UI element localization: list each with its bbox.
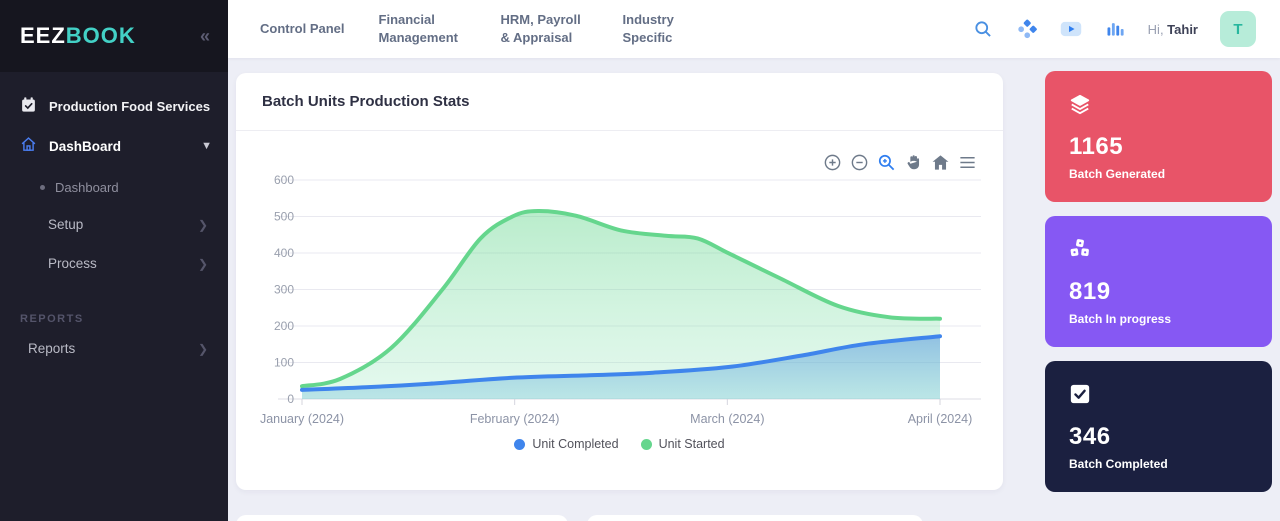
legend-label: Unit Started	[659, 437, 725, 451]
user-greeting: Hi, Tahir	[1148, 22, 1198, 37]
stat-card-batch-completed[interactable]: 346 Batch Completed	[1045, 361, 1272, 492]
chevron-right-icon: ❯	[198, 218, 208, 232]
legend-item-unit-completed[interactable]: Unit Completed	[514, 437, 618, 451]
search-icon[interactable]	[972, 18, 994, 40]
y-axis-tick-label: 100	[274, 356, 294, 370]
sidebar-item-dashboard[interactable]: Dashboard	[0, 170, 228, 205]
video-tutorial-icon[interactable]	[1060, 18, 1082, 40]
x-axis-tick-label: February (2024)	[470, 412, 560, 426]
logo-text-accent: BOOK	[66, 23, 136, 48]
chart-card-title: Batch Units Production Stats	[236, 73, 1003, 131]
bottom-card-left	[236, 515, 568, 521]
y-axis-tick-label: 0	[287, 392, 294, 406]
nav-item-financial-management[interactable]: Financial Management	[379, 11, 467, 46]
nav-item-industry-specific[interactable]: Industry Specific	[623, 11, 711, 46]
reports-label: Reports	[28, 341, 75, 356]
area-chart[interactable]: 0 100 200 300 400 500 600 January (2024) Februar…	[236, 153, 1003, 443]
menu-label: Process	[48, 256, 97, 271]
app-logo[interactable]: EEZBOOK	[20, 23, 136, 49]
stats-column: 1165 Batch Generated 819 Batch In progress 3…	[1045, 71, 1272, 506]
stat-value: 346	[1069, 423, 1248, 451]
sidebar-item-reports[interactable]: Reports ❯	[0, 329, 228, 368]
stat-label: Batch Completed	[1069, 457, 1248, 471]
sidebar: EEZBOOK « Production Food Services DashB…	[0, 0, 228, 521]
home-icon	[20, 136, 37, 156]
y-axis-tick-label: 200	[274, 319, 294, 333]
dashboard-parent-label: DashBoard	[49, 139, 121, 154]
sidebar-item-dashboard-parent[interactable]: DashBoard ▼	[0, 122, 228, 170]
chevron-right-icon: ❯	[198, 342, 208, 356]
dice-icon	[1069, 238, 1248, 260]
user-name: Tahir	[1167, 22, 1198, 37]
chart-legend: Unit Completed Unit Started	[236, 437, 1003, 451]
stat-value: 819	[1069, 278, 1248, 306]
legend-dot-icon	[514, 439, 525, 450]
legend-dot-icon	[641, 439, 652, 450]
apps-grid-icon[interactable]	[1016, 18, 1038, 40]
stat-card-batch-in-progress[interactable]: 819 Batch In progress	[1045, 216, 1272, 347]
top-navigation: Control Panel Financial Management HRM, Pa…	[260, 11, 711, 46]
dashboard-sub-label: Dashboard	[55, 180, 119, 195]
sidebar-collapse-icon[interactable]: «	[200, 26, 210, 47]
sidebar-item-setup[interactable]: Setup ❯	[0, 205, 228, 244]
calendar-check-icon	[20, 96, 37, 116]
chevron-right-icon: ❯	[198, 257, 208, 271]
greeting-prefix: Hi,	[1148, 22, 1168, 37]
bottom-card-right	[587, 515, 923, 521]
menu-label: Setup	[48, 217, 83, 232]
sidebar-menu: Setup ❯ Process ❯	[0, 205, 228, 283]
nav-item-hrm-payroll-appraisal[interactable]: HRM, Payroll & Appraisal	[501, 11, 589, 46]
y-axis-tick-label: 600	[274, 173, 294, 187]
stat-label: Batch In progress	[1069, 312, 1248, 326]
x-axis-tick-label: March (2024)	[690, 412, 764, 426]
nav-item-control-panel[interactable]: Control Panel	[260, 20, 345, 38]
y-axis-tick-label: 400	[274, 246, 294, 260]
avatar[interactable]: T	[1220, 11, 1256, 47]
y-axis-tick-label: 300	[274, 283, 294, 297]
x-axis-tick-label: January (2024)	[260, 412, 344, 426]
workspace-label: Production Food Services	[49, 99, 210, 114]
layers-icon	[1069, 93, 1248, 115]
sidebar-item-workspace[interactable]: Production Food Services	[0, 72, 228, 122]
sidebar-item-process[interactable]: Process ❯	[0, 244, 228, 283]
sidebar-section-reports: REPORTS	[0, 283, 228, 329]
topbar-right: Hi, Tahir T	[972, 11, 1256, 47]
logo-text-primary: EEZ	[20, 23, 66, 48]
sidebar-header: EEZBOOK «	[0, 0, 228, 72]
chart-card: Batch Units Production Stats 0 100 200 300 4…	[236, 73, 1003, 490]
bullet-icon	[40, 185, 45, 190]
x-axis-tick-label: April (2024)	[908, 412, 973, 426]
legend-label: Unit Completed	[532, 437, 618, 451]
legend-item-unit-started[interactable]: Unit Started	[641, 437, 725, 451]
stat-card-batch-generated[interactable]: 1165 Batch Generated	[1045, 71, 1272, 202]
bar-chart-icon[interactable]	[1104, 18, 1126, 40]
y-axis-tick-label: 500	[274, 210, 294, 224]
check-square-icon	[1069, 383, 1248, 405]
topbar: Control Panel Financial Management HRM, Pa…	[228, 0, 1280, 58]
chevron-down-icon: ▼	[201, 140, 212, 152]
stat-value: 1165	[1069, 133, 1248, 161]
stat-label: Batch Generated	[1069, 167, 1248, 181]
